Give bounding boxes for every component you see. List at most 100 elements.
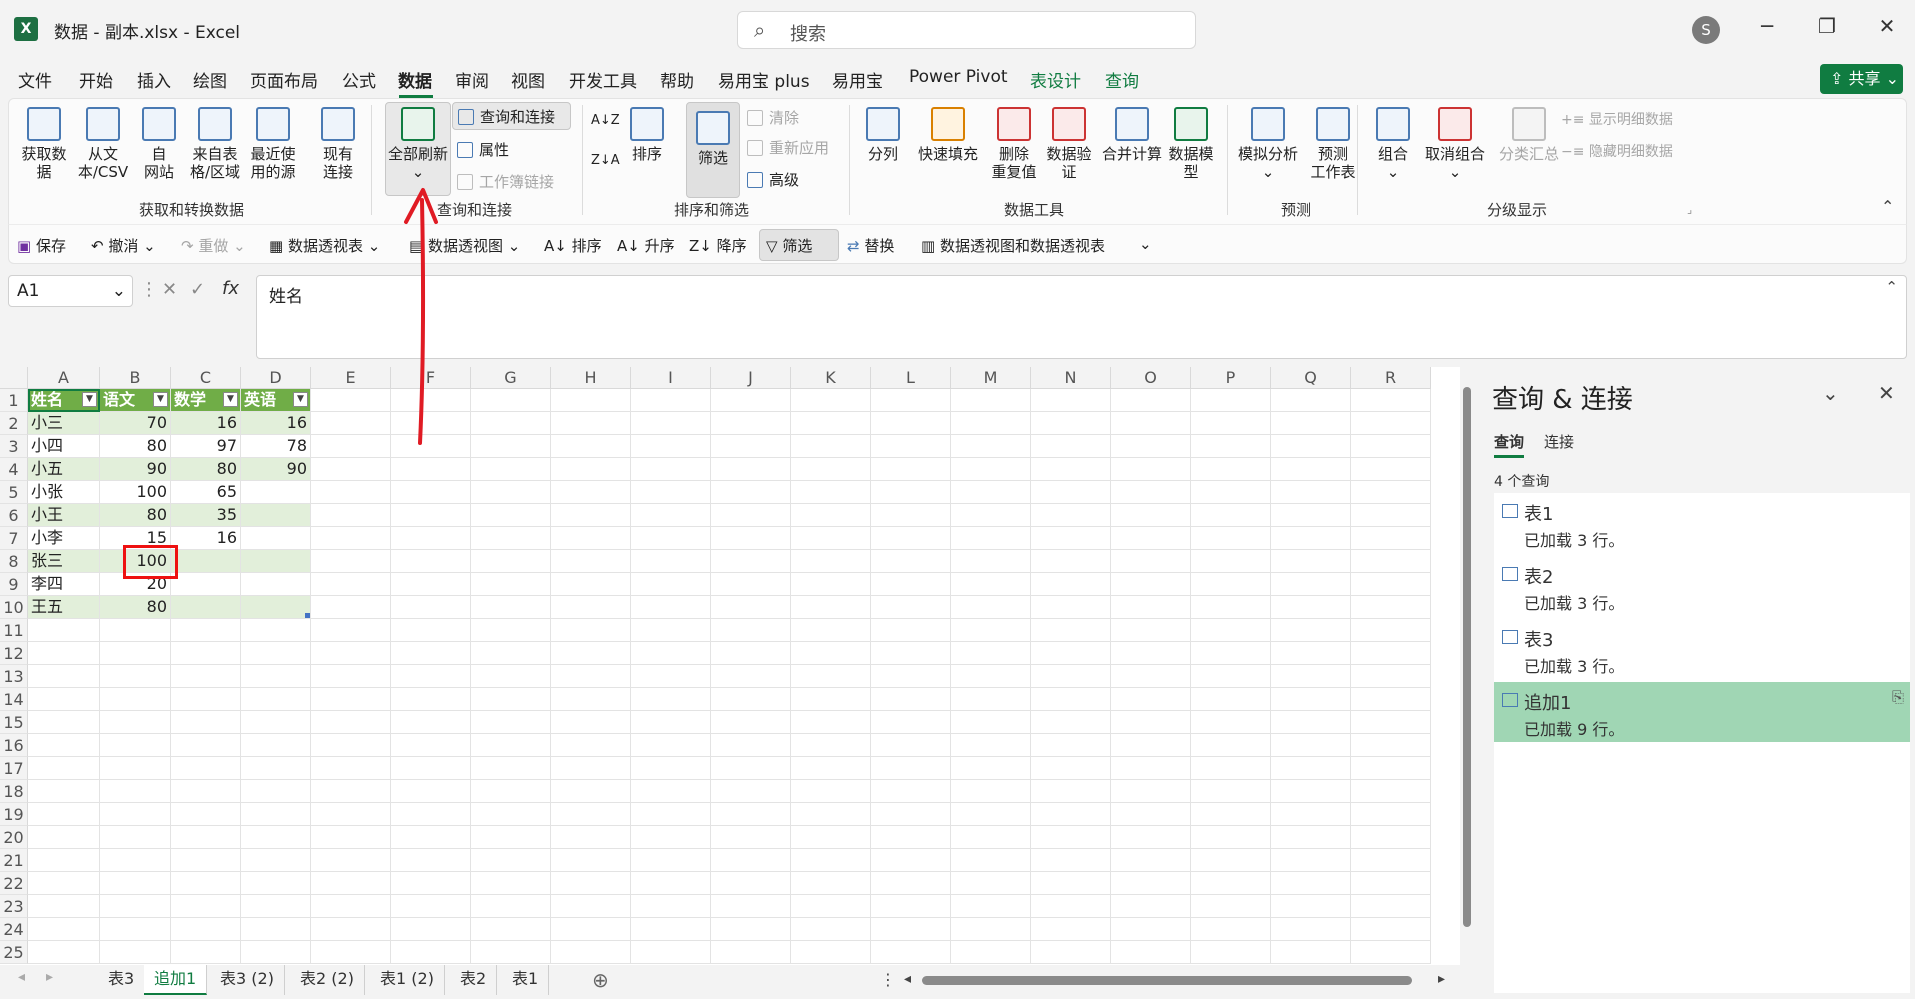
empty-cell[interactable]: [1271, 849, 1351, 872]
empty-cell[interactable]: [951, 389, 1031, 412]
empty-cell[interactable]: [241, 711, 311, 734]
empty-cell[interactable]: [471, 941, 551, 964]
row-header[interactable]: 3: [0, 435, 28, 458]
scroll-right-icon[interactable]: ▸: [1438, 971, 1445, 987]
empty-cell[interactable]: [551, 941, 631, 964]
empty-cell[interactable]: [871, 895, 951, 918]
empty-cell[interactable]: [1271, 458, 1351, 481]
text-to-columns-button[interactable]: 分列: [861, 107, 905, 163]
empty-cell[interactable]: [551, 642, 631, 665]
empty-cell[interactable]: [471, 780, 551, 803]
empty-cell[interactable]: [871, 734, 951, 757]
empty-cell[interactable]: [1351, 711, 1431, 734]
empty-cell[interactable]: [951, 665, 1031, 688]
empty-cell[interactable]: [1351, 642, 1431, 665]
empty-cell[interactable]: [1031, 458, 1111, 481]
table-cell[interactable]: 小李: [28, 527, 100, 550]
query-item[interactable]: 追加1 已加载 9 行。 ⎘: [1494, 682, 1910, 742]
empty-cell[interactable]: [1191, 780, 1271, 803]
empty-cell[interactable]: [241, 895, 311, 918]
empty-cell[interactable]: [791, 642, 871, 665]
table-cell[interactable]: 70: [100, 412, 171, 435]
empty-cell[interactable]: [391, 412, 471, 435]
empty-cell[interactable]: [1031, 550, 1111, 573]
empty-cell[interactable]: [711, 734, 791, 757]
empty-cell[interactable]: [631, 665, 711, 688]
empty-cell[interactable]: [471, 803, 551, 826]
empty-cell[interactable]: [1191, 757, 1271, 780]
empty-cell[interactable]: [631, 941, 711, 964]
empty-cell[interactable]: [311, 734, 391, 757]
empty-cell[interactable]: [1031, 389, 1111, 412]
row-header[interactable]: 23: [0, 895, 28, 918]
empty-cell[interactable]: [471, 527, 551, 550]
tab-help[interactable]: 帮助: [660, 67, 694, 92]
qat-undo-button[interactable]: ↶ 撤消 ⌄: [91, 235, 156, 256]
empty-cell[interactable]: [100, 872, 171, 895]
properties-button[interactable]: 属性: [457, 139, 509, 160]
empty-cell[interactable]: [1191, 734, 1271, 757]
empty-cell[interactable]: [871, 826, 951, 849]
row-header[interactable]: 10: [0, 596, 28, 619]
filter-button[interactable]: 筛选: [686, 102, 740, 198]
empty-cell[interactable]: [171, 642, 241, 665]
empty-cell[interactable]: [1271, 596, 1351, 619]
empty-cell[interactable]: [791, 941, 871, 964]
row-header[interactable]: 18: [0, 780, 28, 803]
horizontal-scroll-thumb[interactable]: [922, 976, 1412, 985]
empty-cell[interactable]: [791, 481, 871, 504]
sheet-tab[interactable]: 追加1: [144, 965, 208, 995]
empty-cell[interactable]: [241, 803, 311, 826]
empty-cell[interactable]: [171, 665, 241, 688]
empty-cell[interactable]: [471, 642, 551, 665]
empty-cell[interactable]: [471, 573, 551, 596]
empty-cell[interactable]: [631, 550, 711, 573]
row-header[interactable]: 24: [0, 918, 28, 941]
table-cell[interactable]: 65: [171, 481, 241, 504]
row-header[interactable]: 4: [0, 458, 28, 481]
table-header-cell[interactable]: 语文 ▼: [100, 389, 171, 412]
sheet-tab[interactable]: 表2 (2): [290, 965, 365, 995]
empty-cell[interactable]: [791, 435, 871, 458]
empty-cell[interactable]: [951, 826, 1031, 849]
empty-cell[interactable]: [471, 895, 551, 918]
empty-cell[interactable]: [1191, 550, 1271, 573]
empty-cell[interactable]: [1191, 941, 1271, 964]
empty-cell[interactable]: [1191, 504, 1271, 527]
empty-cell[interactable]: [791, 757, 871, 780]
restore-button[interactable]: ❐: [1812, 14, 1842, 38]
empty-cell[interactable]: [311, 941, 391, 964]
filter-dropdown-icon[interactable]: ▼: [293, 392, 308, 407]
empty-cell[interactable]: [951, 872, 1031, 895]
empty-cell[interactable]: [1191, 527, 1271, 550]
table-cell[interactable]: 80: [100, 596, 171, 619]
collapse-formula-icon[interactable]: ⌃: [1885, 278, 1898, 296]
pane-close-icon[interactable]: ✕: [1878, 381, 1895, 405]
empty-cell[interactable]: [711, 688, 791, 711]
empty-cell[interactable]: [791, 573, 871, 596]
table-cell[interactable]: 小三: [28, 412, 100, 435]
empty-cell[interactable]: [171, 688, 241, 711]
add-sheet-icon[interactable]: ⊕: [592, 968, 609, 992]
table-cell[interactable]: 90: [241, 458, 311, 481]
empty-cell[interactable]: [551, 596, 631, 619]
empty-cell[interactable]: [1111, 757, 1191, 780]
tab-data[interactable]: 数据: [398, 67, 432, 92]
enter-icon[interactable]: ✓: [190, 279, 205, 300]
empty-cell[interactable]: [951, 481, 1031, 504]
minimize-button[interactable]: ─: [1752, 14, 1782, 38]
empty-cell[interactable]: [951, 596, 1031, 619]
empty-cell[interactable]: [391, 596, 471, 619]
empty-cell[interactable]: [791, 803, 871, 826]
empty-cell[interactable]: [631, 412, 711, 435]
table-cell[interactable]: 90: [100, 458, 171, 481]
table-cell[interactable]: 王五: [28, 596, 100, 619]
empty-cell[interactable]: [951, 849, 1031, 872]
empty-cell[interactable]: [241, 665, 311, 688]
empty-cell[interactable]: [100, 757, 171, 780]
empty-cell[interactable]: [791, 826, 871, 849]
empty-cell[interactable]: [1031, 895, 1111, 918]
empty-cell[interactable]: [471, 872, 551, 895]
empty-cell[interactable]: [871, 757, 951, 780]
tab-yiyongbao-plus[interactable]: 易用宝 plus: [718, 67, 810, 92]
